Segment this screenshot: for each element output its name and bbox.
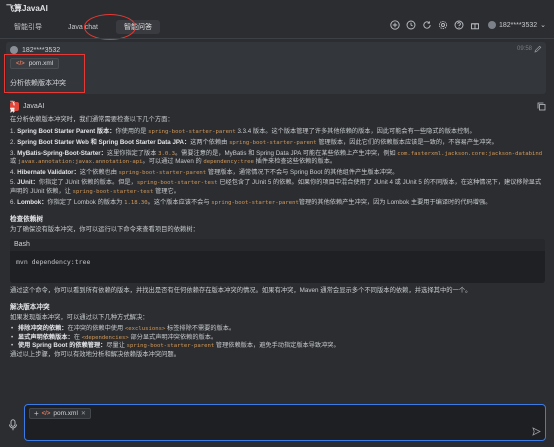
resolve-heading: 解决版本冲突 — [10, 303, 50, 311]
divider — [0, 38, 554, 39]
resolve-list: 排除冲突的依赖：在冲突的依赖中使用 <exclusions> 标签排除不需要的版… — [10, 325, 545, 351]
avatar — [487, 21, 496, 29]
code-line[interactable]: mvn dependency:tree — [10, 251, 545, 273]
settings-icon[interactable] — [438, 20, 448, 30]
user-menu[interactable]: 182****3532 ⌄ — [487, 21, 546, 29]
app-title: 飞算JavaAI — [6, 3, 48, 13]
plus-icon[interactable]: + — [34, 409, 39, 417]
copy-icon[interactable] — [537, 102, 546, 111]
user-message: 182****3532 09:58 </> pom.xml 分析依赖版本冲突 — [6, 42, 546, 94]
list-item: 5. JUnit：你指定了 JUnit 依赖的版本。但是，spring-boot-… — [10, 179, 542, 195]
list-item: 显式声明依赖版本：在 <dependencies> 部分显式声明冲突依赖的版本。 — [10, 334, 545, 343]
user-message-time: 09:58 — [516, 46, 532, 52]
user-message-header: 182****3532 — [10, 46, 60, 54]
user-name: 182****3532 — [498, 21, 538, 29]
tab-smart-qa[interactable]: 智能问答 — [115, 20, 160, 34]
add-icon[interactable] — [390, 20, 400, 30]
resolve-text: 如果发现版本冲突，可以通过以下几种方式解决： — [10, 313, 149, 321]
list-item: 使用 Spring Boot 的依赖管理：尽量让 spring-boot-sta… — [10, 342, 545, 351]
code-block: Bash mvn dependency:tree — [10, 238, 545, 283]
tab-smart-guide[interactable]: 智能引导 — [6, 20, 50, 34]
history-icon[interactable] — [406, 20, 416, 30]
list-item: 4. Hibernate Validator：这个依赖也由 spring-boot… — [10, 168, 399, 176]
assistant-message: 在分析依赖版本冲突时，我们通常需要检查以下几个方面： 1. Spring Boot… — [10, 116, 545, 359]
check-heading: 检查依赖树 — [10, 216, 43, 224]
close-icon[interactable]: ✕ — [81, 410, 86, 417]
list-item: 排除冲突的依赖：在冲突的依赖中使用 <exclusions> 标签排除不需要的版… — [10, 325, 545, 334]
tab-java-chat[interactable]: Java chat — [60, 22, 106, 33]
xml-file-icon: </> — [16, 60, 25, 67]
file-name: pom.xml — [28, 60, 54, 67]
analysis-list: 1. Spring Boot Starter Parent 版本：你使用的是 sp… — [10, 128, 545, 207]
user-avatar — [10, 46, 18, 54]
assistant-name: JavaAI — [23, 103, 45, 110]
assistant-header: 飞算 JavaAI — [10, 101, 45, 114]
list-item: 1. Spring Boot Starter Parent 版本：你使用的是 sp… — [10, 128, 476, 136]
chevron-down-icon: ⌄ — [540, 22, 546, 29]
microphone-icon[interactable] — [8, 419, 18, 431]
user-prompt: 分析依赖版本冲突 — [10, 80, 66, 87]
send-icon[interactable] — [532, 427, 541, 436]
toolbar: 182****3532 ⌄ — [390, 20, 546, 30]
xml-file-icon: </> — [41, 410, 51, 417]
file-attachment[interactable]: </> pom.xml — [10, 58, 60, 69]
code-language: Bash — [10, 238, 545, 251]
intro-text: 在分析依赖版本冲突时，我们通常需要检查以下几个方面： — [10, 116, 174, 123]
gift-icon[interactable] — [470, 20, 480, 30]
title-bar: 飞算JavaAI — [0, 0, 554, 16]
refresh-icon[interactable] — [422, 20, 432, 30]
list-item: 3. MyBatis-Spring-Boot-Starter：这里你指定了版本 3… — [10, 149, 543, 166]
cutoff-text: 通过以上步骤，你可以有效地分析和解决依赖版本冲突问题。 — [10, 350, 181, 358]
list-item: 6. Lombok：你指定了 Lombok 的版本为 1.18.30。这个版本应该… — [10, 198, 492, 206]
chat-input[interactable]: + </> pom.xml ✕ — [24, 404, 546, 441]
fade-overlay — [0, 388, 554, 398]
list-item: 2. Spring Boot Starter Web 和 Spring Boot … — [10, 139, 498, 146]
user-message-name: 182****3532 — [22, 46, 61, 54]
check-text: 为了确保没有版本冲突，你可以运行以下命令来查看项目的依赖树： — [10, 226, 199, 234]
help-icon[interactable] — [454, 20, 464, 30]
input-file-chip[interactable]: + </> pom.xml ✕ — [29, 408, 91, 419]
input-file-name: pom.xml — [53, 410, 78, 417]
after-code-text: 通过这个命令，你可以看到所有依赖的版本，并找出是否有任何依赖存在版本冲突的情况。… — [10, 286, 472, 294]
javaai-logo: 飞算 — [10, 101, 19, 114]
edit-icon[interactable] — [534, 45, 542, 53]
